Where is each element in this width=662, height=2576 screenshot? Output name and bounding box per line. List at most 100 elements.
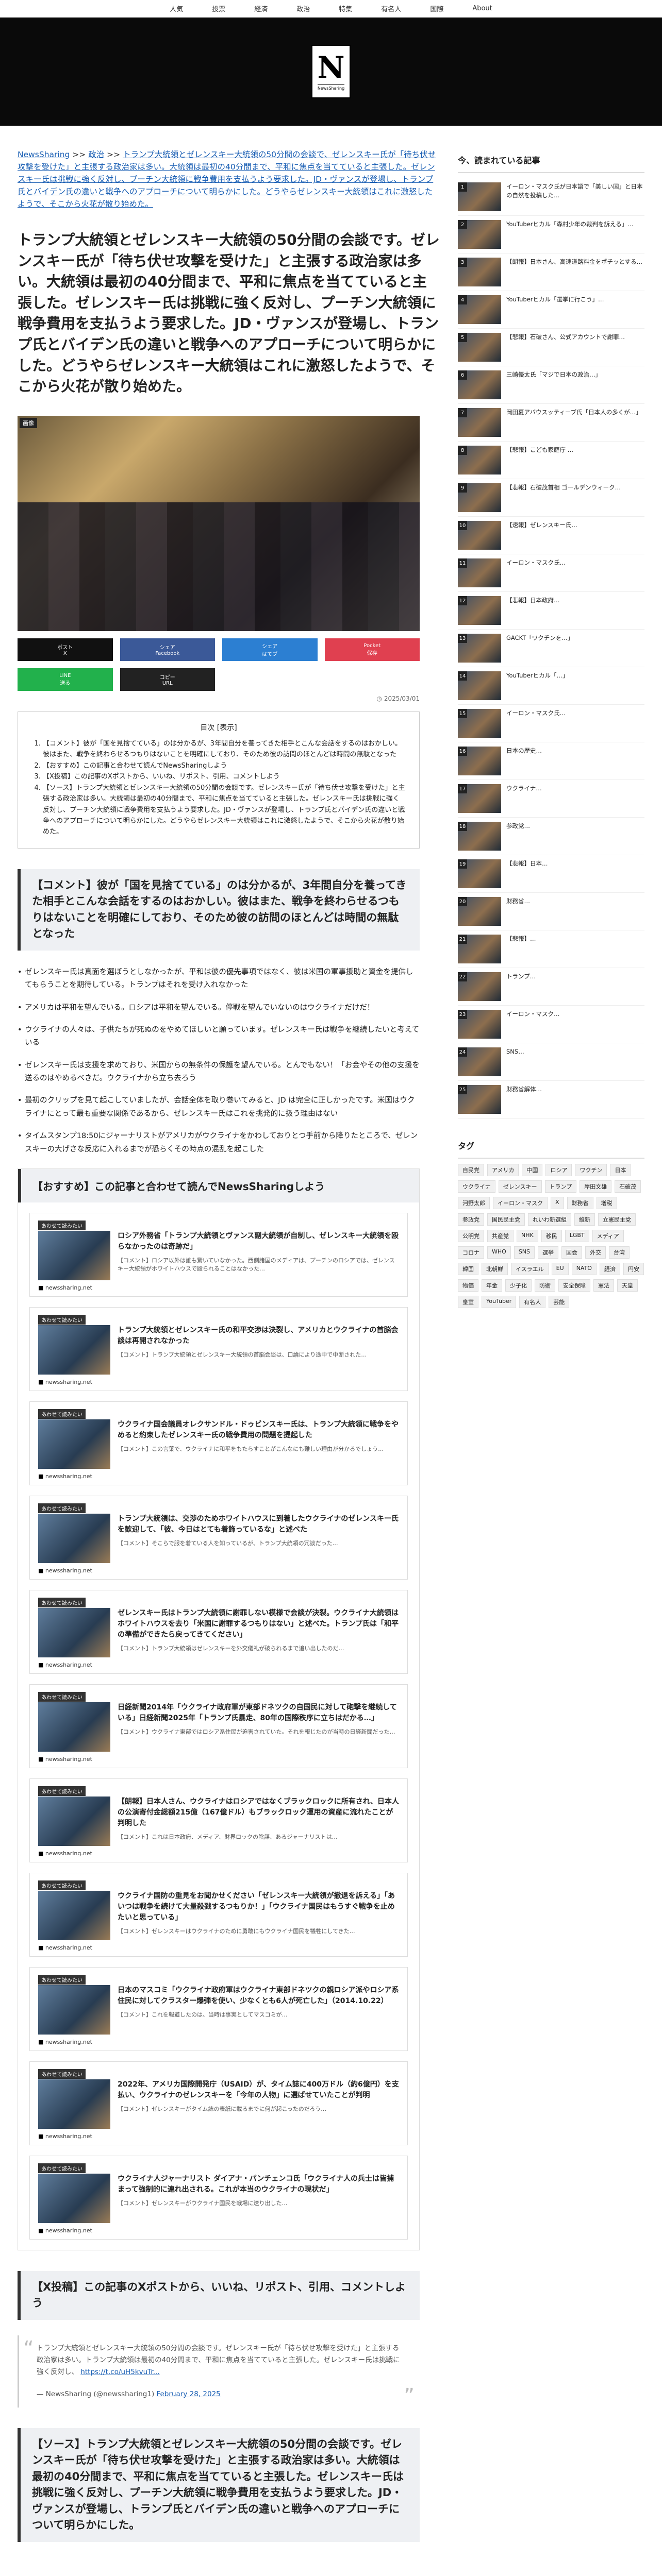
- nav-item[interactable]: 人気: [170, 4, 183, 13]
- tag-chip[interactable]: 財務省: [567, 1197, 593, 1209]
- tag-chip[interactable]: 経済: [599, 1263, 620, 1275]
- breadcrumb-home[interactable]: NewsSharing: [18, 150, 70, 159]
- recommend-card[interactable]: あわせて読みたい トランプ大統領は、交渉のためホワイトハウスに到着したウクライナの…: [29, 1495, 408, 1580]
- tag-chip[interactable]: 憲法: [593, 1279, 614, 1292]
- tag-chip[interactable]: ワクチン: [575, 1164, 607, 1176]
- ranking-item[interactable]: 8 【悲報】こども家庭庁 …: [458, 442, 644, 479]
- tag-chip[interactable]: LGBT: [565, 1230, 589, 1242]
- tag-chip[interactable]: 少子化: [505, 1279, 532, 1292]
- tag-chip[interactable]: 維新: [574, 1213, 595, 1226]
- ranking-item[interactable]: 23 イーロン・マスク…: [458, 1006, 644, 1043]
- ranking-item[interactable]: 3 【朗報】日本さん、高速道路料金をポチッとする…: [458, 253, 644, 291]
- tag-chip[interactable]: コロナ: [458, 1246, 484, 1259]
- tag-chip[interactable]: 円安: [623, 1263, 644, 1275]
- ranking-item[interactable]: 15 イーロン・マスク氏…: [458, 705, 644, 742]
- recommend-card[interactable]: あわせて読みたい 【朗報】日本人さん、ウクライナはロシアではなくブラックロックに所…: [29, 1778, 408, 1862]
- tag-chip[interactable]: 年金: [482, 1279, 502, 1292]
- tag-chip[interactable]: ウクライナ: [458, 1180, 495, 1193]
- tag-chip[interactable]: 韓国: [458, 1263, 478, 1275]
- recommend-card[interactable]: あわせて読みたい 2022年、アメリカ国際開発庁（USAID）が、タイム誌に400…: [29, 2061, 408, 2145]
- tag-chip[interactable]: 台湾: [609, 1246, 630, 1259]
- tag-chip[interactable]: EU: [551, 1263, 569, 1275]
- ranking-item[interactable]: 16 日本の歴史…: [458, 742, 644, 780]
- tag-chip[interactable]: 選挙: [538, 1246, 559, 1259]
- recommend-card[interactable]: あわせて読みたい ウクライナ国会議員オレクサンドル・ドゥビンスキー氏は、トランプ大…: [29, 1401, 408, 1485]
- ranking-item[interactable]: 17 ウクライナ…: [458, 780, 644, 818]
- nav-item[interactable]: 有名人: [381, 4, 401, 13]
- toc-item[interactable]: 【X投稿】この記事のXポストから、いいね、リポスト、引用、コメントしよう: [43, 771, 406, 782]
- nav-item[interactable]: 投票: [212, 4, 225, 13]
- share-button[interactable]: シェア Facebook: [120, 638, 215, 661]
- recommend-card[interactable]: あわせて読みたい ウクライナ人ジャーナリスト ダイアナ・パンチェンコ氏「ウクライナ…: [29, 2155, 408, 2240]
- recommend-card[interactable]: あわせて読みたい ウクライナ国防の重見をお聞かせください「ゼレンスキー大統領が撤退…: [29, 1872, 408, 1957]
- tag-chip[interactable]: 岸田文雄: [580, 1180, 612, 1193]
- ranking-item[interactable]: 12 【悲報】日本政府…: [458, 592, 644, 630]
- ranking-item[interactable]: 25 財務省解体…: [458, 1081, 644, 1118]
- tag-chip[interactable]: ロシア: [545, 1164, 572, 1176]
- share-button[interactable]: LINE 送る: [18, 668, 113, 691]
- nav-item[interactable]: 政治: [296, 4, 310, 13]
- nav-item[interactable]: 経済: [254, 4, 268, 13]
- tag-chip[interactable]: 芸能: [549, 1296, 570, 1308]
- recommend-card[interactable]: あわせて読みたい トランプ大統領とゼレンスキー氏の和平交渉は決裂し、アメリカとウク…: [29, 1307, 408, 1391]
- tweet-date[interactable]: February 28, 2025: [157, 2390, 221, 2398]
- toc-item[interactable]: 【ソース】トランプ大統領とゼレンスキー大統領の50分間の会談です。ゼレンスキー氏…: [43, 783, 406, 838]
- ranking-item[interactable]: 18 参政党…: [458, 818, 644, 855]
- ranking-item[interactable]: 5 【悲報】石破さん、公式アカウントで謝罪…: [458, 329, 644, 366]
- recommend-card[interactable]: あわせて読みたい 日経新聞2014年「ウクライナ政府軍が東部ドネツクの自国民に対し…: [29, 1684, 408, 1768]
- tag-chip[interactable]: 中国: [522, 1164, 543, 1176]
- toc-title[interactable]: 目次 [表示]: [31, 722, 406, 734]
- share-button[interactable]: Pocket 保存: [324, 638, 420, 661]
- tag-chip[interactable]: れいわ新選組: [528, 1213, 571, 1226]
- recommend-card[interactable]: あわせて読みたい ゼレンスキー氏はトランプ大統領に謝罪しない模様で会談が決裂。ウク…: [29, 1589, 408, 1674]
- tag-chip[interactable]: 北朝鮮: [482, 1263, 508, 1275]
- tag-chip[interactable]: メディア: [592, 1230, 624, 1242]
- ranking-item[interactable]: 10 【速報】ゼレンスキー氏…: [458, 517, 644, 554]
- tag-chip[interactable]: 参政党: [458, 1213, 484, 1226]
- tag-chip[interactable]: 増税: [596, 1197, 617, 1209]
- tag-chip[interactable]: 天皇: [617, 1279, 638, 1292]
- tag-chip[interactable]: YouTuber: [482, 1296, 517, 1308]
- share-button[interactable]: シェア はてブ: [222, 638, 318, 661]
- site-logo[interactable]: N NewsSharing: [311, 45, 351, 98]
- tag-chip[interactable]: 共産党: [487, 1230, 514, 1242]
- tag-chip[interactable]: 有名人: [519, 1296, 546, 1308]
- nav-item[interactable]: 国際: [430, 4, 443, 13]
- tag-chip[interactable]: トランプ: [544, 1180, 577, 1193]
- tweet-link[interactable]: https://t.co/uH5kvuTr...: [80, 2368, 159, 2376]
- ranking-item[interactable]: 13 GACKT「ワクチンを…」: [458, 630, 644, 667]
- ranking-item[interactable]: 24 SNS…: [458, 1043, 644, 1081]
- tag-chip[interactable]: 安全保障: [558, 1279, 590, 1292]
- ranking-item[interactable]: 9 【悲報】石破茂首相 ゴールデンウィーク…: [458, 479, 644, 517]
- ranking-item[interactable]: 1 イーロン・マスク氏が日本語で「美しい国」と日本の自然を投稿した…: [458, 178, 644, 216]
- tag-chip[interactable]: 立憲民主党: [598, 1213, 636, 1226]
- tag-chip[interactable]: NATO: [571, 1263, 597, 1275]
- tag-chip[interactable]: 日本: [610, 1164, 631, 1176]
- ranking-item[interactable]: 22 トランプ…: [458, 968, 644, 1006]
- tag-chip[interactable]: SNS: [514, 1246, 535, 1259]
- ranking-item[interactable]: 7 岡田夏アバウスッティーブ氏「日本人の多くが…」: [458, 404, 644, 442]
- tag-chip[interactable]: 物価: [458, 1279, 478, 1292]
- ranking-item[interactable]: 2 YouTuberヒカル「森村少年の裁判を訴える」…: [458, 216, 644, 253]
- ranking-item[interactable]: 20 財務省…: [458, 893, 644, 930]
- ranking-item[interactable]: 14 YouTuberヒカル「…」: [458, 667, 644, 705]
- toc-item[interactable]: 【おすすめ】この記事と合わせて読んでNewsSharingしよう: [43, 760, 406, 771]
- tag-chip[interactable]: ゼレンスキー: [498, 1180, 542, 1193]
- ranking-item[interactable]: 19 【悲報】日本…: [458, 855, 644, 893]
- breadcrumb-category[interactable]: 政治: [88, 150, 104, 159]
- tag-chip[interactable]: X: [551, 1197, 564, 1209]
- nav-item[interactable]: About: [472, 5, 492, 12]
- share-button[interactable]: ポスト X: [18, 638, 113, 661]
- ranking-item[interactable]: 11 イーロン・マスク氏…: [458, 554, 644, 592]
- tag-chip[interactable]: 移民: [541, 1230, 562, 1242]
- tag-chip[interactable]: 国民民主党: [487, 1213, 525, 1226]
- tag-chip[interactable]: アメリカ: [487, 1164, 519, 1176]
- ranking-item[interactable]: 6 三崎優太氏「マジで日本の政治…」: [458, 366, 644, 404]
- tag-chip[interactable]: 自民党: [458, 1164, 484, 1176]
- recommend-card[interactable]: あわせて読みたい 日本のマスコミ「ウクライナ政府軍はウクライナ東部ドネツクの親ロシ…: [29, 1967, 408, 2051]
- tag-chip[interactable]: NHK: [517, 1230, 538, 1242]
- tag-chip[interactable]: イスラエル: [511, 1263, 549, 1275]
- tag-chip[interactable]: 皇室: [458, 1296, 478, 1308]
- tag-chip[interactable]: 石破茂: [615, 1180, 641, 1193]
- nav-item[interactable]: 特集: [339, 4, 352, 13]
